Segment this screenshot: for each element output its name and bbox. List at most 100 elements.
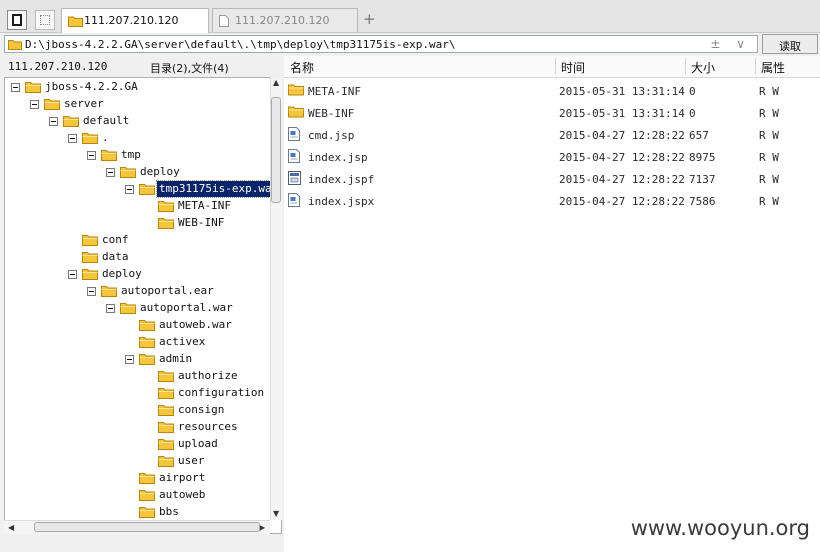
folder-icon (158, 370, 174, 382)
collapse-toggle-icon[interactable] (11, 83, 20, 92)
file-size: 7586 (689, 195, 716, 208)
folder-icon (120, 302, 136, 314)
scroll-left-icon[interactable]: ◀ (8, 523, 14, 532)
column-attr[interactable]: 属性 (761, 59, 785, 76)
tree-node[interactable]: consign (5, 402, 271, 418)
tree-node-label: autoweb (159, 488, 206, 501)
column-divider[interactable] (555, 58, 556, 74)
scroll-up-icon[interactable]: ▲ (273, 78, 279, 87)
tree-node[interactable]: WEB-INF (5, 215, 271, 231)
panel-icon (12, 14, 22, 26)
document-icon (219, 15, 229, 27)
collapse-toggle-icon[interactable] (125, 355, 134, 364)
tab-label: 111.207.210.120 (84, 14, 179, 27)
folder-icon (82, 234, 98, 246)
file-name: META-INF (308, 85, 361, 98)
tree-node[interactable]: jboss-4.2.2.GA (5, 79, 271, 95)
tree-node[interactable]: configuration (5, 385, 271, 401)
column-time[interactable]: 时间 (561, 59, 585, 76)
read-button[interactable]: 读取 (762, 34, 818, 54)
tree-node-label: WEB-INF (178, 216, 225, 229)
tree-node[interactable]: bbs (5, 504, 271, 520)
window-icon (40, 15, 50, 25)
tree-node[interactable]: META-INF (5, 198, 271, 214)
file-row[interactable]: index.jspf 2015-04-27 12:28:22 7137 R W (284, 167, 820, 189)
folder-icon (158, 421, 174, 433)
tree-vertical-scroll-thumb[interactable] (271, 97, 281, 203)
tree-node[interactable]: autoweb (5, 487, 271, 503)
tree-node[interactable]: resources (5, 419, 271, 435)
collapse-toggle-icon[interactable] (87, 151, 96, 160)
file-name: index.jspf (308, 173, 375, 186)
folder-icon (158, 438, 174, 450)
tree-node[interactable]: activex (5, 334, 271, 350)
collapse-toggle-icon[interactable] (68, 270, 77, 279)
dir-file-count: 目录(2),文件(4) (150, 62, 229, 75)
file-name: index.jsp (308, 151, 368, 164)
tree-node[interactable]: airport (5, 470, 271, 486)
file-attr: R W (759, 129, 779, 142)
tree-node[interactable]: tmp (5, 147, 271, 163)
column-divider[interactable] (755, 58, 756, 74)
tree-node[interactable]: upload (5, 436, 271, 452)
file-attr: R W (759, 195, 779, 208)
file-attr: R W (759, 173, 779, 186)
collapse-toggle-icon[interactable] (87, 287, 96, 296)
tree-node[interactable]: autoportal.war (5, 300, 271, 316)
file-icon (288, 127, 300, 144)
tree-node[interactable]: default (5, 113, 271, 129)
collapse-toggle-icon[interactable] (49, 117, 58, 126)
folder-icon (288, 83, 304, 99)
panel-toggle-button[interactable] (7, 10, 27, 30)
tree-node[interactable]: . (5, 130, 271, 146)
tree-node[interactable]: user (5, 453, 271, 469)
tree-horizontal-scroll-thumb[interactable] (34, 522, 260, 532)
file-row[interactable]: META-INF 2015-05-31 13:31:14 0 R W (284, 79, 820, 101)
path-field[interactable]: D:\jboss-4.2.2.GA\server\default\.\tmp\d… (4, 35, 758, 53)
tree-node-label: server (64, 97, 104, 110)
tree-node[interactable]: tmp31175is-exp.war (5, 180, 281, 198)
folder-icon (82, 268, 98, 280)
tab-active[interactable]: 111.207.210.120 (61, 8, 209, 33)
file-row[interactable]: index.jspx 2015-04-27 12:28:22 7586 R W (284, 189, 820, 211)
file-name: cmd.jsp (308, 129, 355, 142)
collapse-toggle-icon[interactable] (106, 304, 115, 313)
file-attr: R W (759, 151, 779, 164)
new-window-button[interactable] (35, 10, 55, 30)
column-divider[interactable] (685, 58, 686, 74)
tree-node-label: . (102, 131, 109, 144)
directory-tree[interactable]: jboss-4.2.2.GA server default. tmp deploy tmp… (4, 77, 282, 534)
file-row[interactable]: WEB-INF 2015-05-31 13:31:14 0 R W (284, 101, 820, 123)
column-name[interactable]: 名称 (290, 59, 314, 76)
folder-icon (101, 149, 117, 161)
tree-node[interactable]: authorize (5, 368, 271, 384)
column-size[interactable]: 大小 (691, 59, 715, 76)
folder-icon (158, 387, 174, 399)
file-row[interactable]: index.jsp 2015-04-27 12:28:22 8975 R W (284, 145, 820, 167)
tree-node[interactable]: conf (5, 232, 271, 248)
tree-node[interactable]: autoweb.war (5, 317, 271, 333)
tab-label: 111.207.210.120 (235, 14, 330, 27)
folder-icon (139, 506, 155, 518)
collapse-toggle-icon[interactable] (30, 100, 39, 109)
host-label: 111.207.210.120 (8, 60, 108, 73)
new-tab-button[interactable]: + (363, 10, 376, 28)
path-dropdown-icon[interactable]: ± ∨ (710, 37, 751, 51)
folder-icon (63, 115, 79, 127)
scroll-down-icon[interactable]: ▼ (273, 509, 279, 518)
tree-node[interactable]: server (5, 96, 271, 112)
folder-icon (68, 16, 83, 27)
file-attr: R W (759, 107, 779, 120)
tab-strip: 111.207.210.120 111.207.210.120 + (0, 0, 820, 33)
tree-node[interactable]: data (5, 249, 271, 265)
tree-node[interactable]: autoportal.ear (5, 283, 271, 299)
collapse-toggle-icon[interactable] (125, 185, 134, 194)
tree-node[interactable]: deploy (5, 164, 271, 180)
tab-inactive[interactable]: 111.207.210.120 (212, 8, 358, 32)
tree-node[interactable]: deploy (5, 266, 271, 282)
collapse-toggle-icon[interactable] (106, 168, 115, 177)
collapse-toggle-icon[interactable] (68, 134, 77, 143)
file-row[interactable]: cmd.jsp 2015-04-27 12:28:22 657 R W (284, 123, 820, 145)
tree-node[interactable]: admin (5, 351, 271, 367)
file-list-header: 名称 时间 大小 属性 (284, 56, 820, 78)
